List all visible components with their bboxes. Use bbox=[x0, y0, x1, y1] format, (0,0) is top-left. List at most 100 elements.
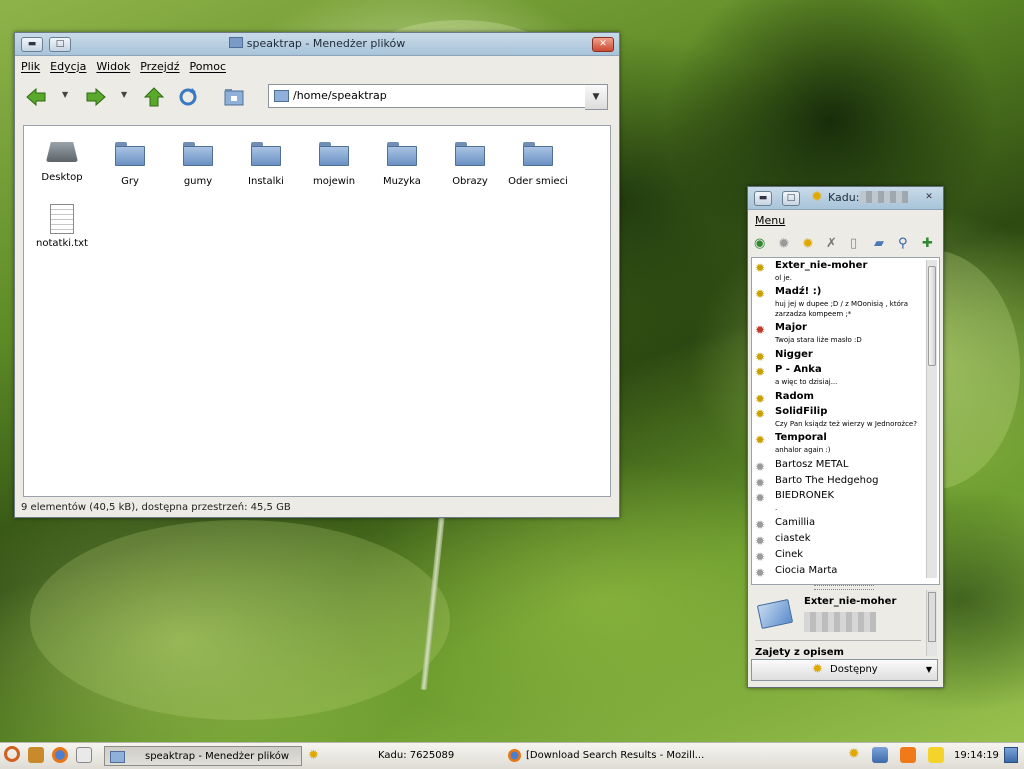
clock[interactable]: 19:14:19 bbox=[954, 750, 999, 761]
maximize-button[interactable]: □ bbox=[782, 191, 800, 206]
status-online-icon: ✹ bbox=[755, 365, 766, 379]
scrollbar-thumb[interactable] bbox=[928, 592, 936, 642]
contact-info-panel: Exter_nie-moher Zajety z opisem bbox=[751, 590, 938, 658]
folder-icon bbox=[110, 751, 125, 763]
kadu-menu[interactable]: Menu bbox=[755, 214, 785, 227]
window-title: speaktrap - Menedżer plików bbox=[15, 37, 619, 50]
kadu-window[interactable]: ▬ □ ✹ Kadu: ✕ Menu ◉ ✹ ✹ ✗ ▯ ▰ ⚲ ✚ ✹ Exte… bbox=[747, 186, 944, 688]
back-history-dropdown[interactable]: ▼ bbox=[62, 90, 68, 99]
file-item[interactable]: Gry bbox=[95, 142, 165, 187]
contact-name: Barto The Hedgehog bbox=[775, 475, 879, 486]
info-status-text: Zajety z opisem bbox=[755, 647, 844, 658]
status-online-icon: ✹ bbox=[755, 392, 766, 406]
scrollbar-thumb[interactable] bbox=[928, 266, 936, 366]
taskbar-task-file-manager[interactable]: speaktrap - Menedżer plików bbox=[104, 746, 302, 766]
close-button[interactable]: ✕ bbox=[592, 37, 614, 52]
file-item[interactable]: Desktop bbox=[27, 142, 97, 183]
chevron-down-icon: ▼ bbox=[925, 665, 932, 674]
info-contact-name: Exter_nie-moher bbox=[804, 596, 897, 607]
menu-plik[interactable]: Plik bbox=[21, 60, 40, 73]
contact-name: Ciocia Marta bbox=[775, 565, 838, 576]
file-label: Obrazy bbox=[452, 176, 488, 187]
menu-pomoc[interactable]: Pomoc bbox=[190, 60, 226, 73]
info-scrollbar[interactable] bbox=[926, 590, 937, 656]
file-manager-titlebar[interactable]: ▬ □ speaktrap - Menedżer plików ✕ bbox=[15, 33, 619, 56]
add-user-icon[interactable]: ✚ bbox=[922, 236, 933, 251]
close-button[interactable]: ✕ bbox=[921, 191, 937, 204]
location-bar[interactable]: /home/speaktrap bbox=[268, 84, 586, 108]
contact-list[interactable]: ✹ Exter_nie-moher ol je. ✹ Madź! :) huj jej … bbox=[751, 257, 940, 585]
file-item[interactable]: notatki.txt bbox=[27, 204, 97, 249]
file-item[interactable]: Muzyka bbox=[367, 142, 437, 187]
status-online-icon: ✹ bbox=[812, 662, 823, 677]
status-offline-icon: ✹ bbox=[755, 534, 766, 548]
location-dropdown[interactable]: ▼ bbox=[585, 84, 608, 110]
settings-icon[interactable]: ✹ bbox=[778, 236, 790, 252]
back-arrow-icon[interactable] bbox=[25, 86, 47, 108]
folder-icon bbox=[387, 142, 417, 166]
contact-name: Nigger bbox=[775, 349, 813, 360]
forward-history-dropdown[interactable]: ▼ bbox=[121, 90, 127, 99]
menu-przejdz[interactable]: Przejdź bbox=[140, 60, 179, 73]
file-label: mojewin bbox=[312, 176, 356, 187]
file-label: Oder smieci bbox=[508, 176, 568, 187]
kadu-titlebar[interactable]: ▬ □ ✹ Kadu: ✕ bbox=[748, 187, 943, 210]
sound-icon[interactable]: ◉ bbox=[754, 236, 765, 251]
file-item[interactable]: Instalki bbox=[231, 142, 301, 187]
location-input[interactable]: /home/speaktrap bbox=[293, 89, 387, 102]
file-label: Desktop bbox=[41, 172, 83, 183]
notes-tray-icon[interactable] bbox=[928, 747, 944, 763]
card-icon[interactable]: ▰ bbox=[874, 236, 884, 251]
contacts-icon[interactable]: ✹ bbox=[802, 236, 814, 252]
kadu-sun-icon: ✹ bbox=[811, 189, 823, 205]
taskbar-task-kadu[interactable]: ✹ Kadu: 7625089 bbox=[308, 746, 500, 766]
desktop-drive-icon bbox=[46, 142, 78, 162]
file-view[interactable]: Desktop Gry gumy Instalki mojewin Muzyka… bbox=[23, 125, 611, 497]
screenshot-icon[interactable] bbox=[76, 747, 92, 763]
taskbar-task-firefox[interactable]: [Download Search Results - Mozill... bbox=[506, 746, 716, 766]
menu-bar: Plik Edycja Widok Przejdź Pomoc bbox=[15, 56, 619, 76]
home-folder-icon[interactable] bbox=[223, 86, 245, 108]
update-notifier-icon[interactable] bbox=[900, 747, 916, 763]
contact-desc: Twoja stara liże masło :D bbox=[775, 336, 862, 344]
text-file-icon bbox=[50, 204, 74, 234]
contact-list-scrollbar[interactable] bbox=[926, 260, 937, 578]
file-manager-window[interactable]: ▬ □ speaktrap - Menedżer plików ✕ Plik E… bbox=[14, 32, 620, 518]
tools-icon[interactable]: ✗ bbox=[826, 236, 837, 251]
kadu-tray-icon[interactable]: ✹ bbox=[848, 746, 860, 762]
status-offline-icon: ✹ bbox=[755, 460, 766, 474]
folder-icon bbox=[455, 142, 485, 166]
folder-icon bbox=[523, 142, 553, 166]
status-select[interactable]: ✹ Dostępny ▼ bbox=[751, 659, 938, 681]
file-item[interactable]: Oder smieci bbox=[503, 142, 573, 187]
status-busy-icon: ✹ bbox=[755, 323, 766, 337]
minimize-button[interactable]: ▬ bbox=[754, 191, 772, 206]
contact-name: Radom bbox=[775, 391, 814, 402]
menu-widok[interactable]: Widok bbox=[96, 60, 130, 73]
show-desktop-icon[interactable] bbox=[1004, 747, 1018, 763]
notes-icon[interactable]: ▯ bbox=[850, 236, 857, 251]
window-title: Kadu: bbox=[828, 191, 860, 204]
file-item[interactable]: Obrazy bbox=[435, 142, 505, 187]
file-manager-launcher-icon[interactable] bbox=[28, 747, 44, 763]
file-item[interactable]: gumy bbox=[163, 142, 233, 187]
status-online-icon: ✹ bbox=[755, 433, 766, 447]
contact-desc: a więc to dzisiaj... bbox=[775, 378, 838, 386]
contact-name: Madź! :) bbox=[775, 286, 822, 297]
contact-desc: Czy Pan ksiądz też wierzy w Jednorożce? bbox=[775, 420, 917, 428]
forward-arrow-icon[interactable] bbox=[85, 86, 107, 108]
file-label: Instalki bbox=[248, 176, 284, 187]
file-item[interactable]: mojewin bbox=[299, 142, 369, 187]
file-label: gumy bbox=[183, 176, 213, 187]
menu-edycja[interactable]: Edycja bbox=[50, 60, 86, 73]
search-icon[interactable]: ⚲ bbox=[898, 236, 908, 251]
contact-name: Exter_nie-moher bbox=[775, 260, 868, 271]
reload-icon[interactable] bbox=[177, 86, 199, 108]
network-icon[interactable] bbox=[872, 747, 888, 763]
up-arrow-icon[interactable] bbox=[143, 86, 165, 108]
divider bbox=[755, 640, 921, 641]
ubuntu-menu-icon[interactable] bbox=[4, 746, 20, 762]
firefox-icon[interactable] bbox=[52, 747, 68, 763]
folder-icon bbox=[319, 142, 349, 166]
status-offline-icon: ✹ bbox=[755, 518, 766, 532]
